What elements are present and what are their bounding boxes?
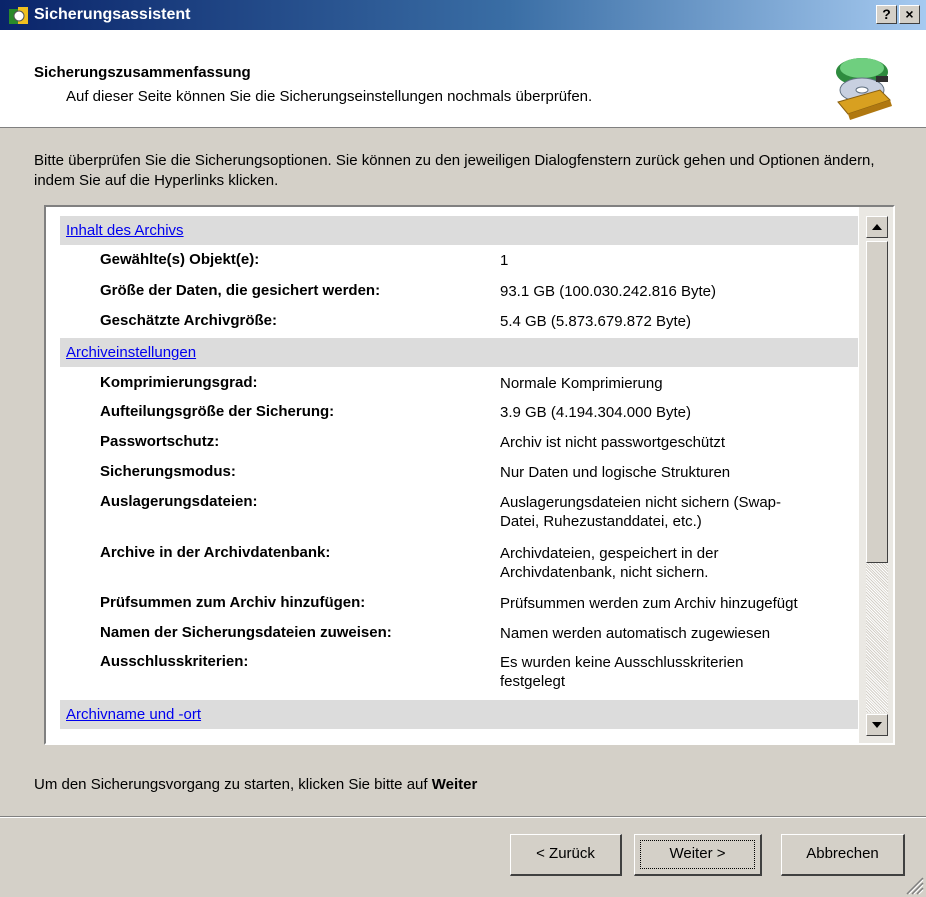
back-button[interactable]: < Zurück [510,834,622,876]
list-item: Geschätzte Archivgröße: 5.4 GB (5.873.67… [60,306,858,338]
list-item: Gewählte(s) Objekt(e): 1 [60,245,858,276]
row-value: Es wurden keine Ausschlusskriterien fest… [500,654,744,690]
row-value: 5.4 GB (5.873.679.872 Byte) [500,313,691,330]
intro-text: Bitte überprüfen Sie die Sicherungsoptio… [34,152,875,189]
row-label: Archive in der Archivdatenbank: [100,544,331,561]
archive-settings-link[interactable]: Archiveinstellungen [66,344,196,361]
row-value: Archivdateien, gespeichert in der Archiv… [500,545,719,581]
list-item: Größe der Daten, die gesichert werden: 9… [60,276,858,306]
row-value: Nur Daten und logische Strukturen [500,464,731,481]
window-title: Sicherungsassistent [34,6,191,23]
row-label: Prüfsummen zum Archiv hinzufügen: [100,594,366,611]
arrow-up-icon [872,224,882,230]
row-value: Prüfsummen werden zum Archiv hinzugefügt [500,595,798,612]
arrow-down-icon [872,722,882,728]
wizard-header: Sicherungszusammenfassung Auf dieser Sei… [0,30,926,128]
section-header-archive-name: Archivname und -ort [60,700,858,729]
footer-text: Um den Sicherungsvorgang zu starten, kli… [34,776,428,793]
backup-disc-icon [836,58,892,120]
vertical-scrollbar[interactable] [859,207,893,743]
list-item: Namen der Sicherungsdateien zuweisen: Na… [60,613,858,643]
row-value: Normale Komprimierung [500,375,663,392]
row-label: Auslagerungsdateien: [100,493,258,510]
next-button[interactable]: Weiter > [634,834,762,876]
scroll-up-button[interactable] [866,216,888,238]
help-button[interactable]: ? [876,5,897,24]
row-value: Namen werden automatisch zugewiesen [500,625,771,642]
title-bar[interactable]: Sicherungsassistent ? × [0,0,926,30]
resize-grip-icon[interactable] [902,873,924,895]
backup-wizard-window: Sicherungsassistent ? × Sicherungszusamm… [0,0,926,897]
list-item: Passwortschutz: Archiv ist nicht passwor… [60,427,858,457]
list-item: Komprimierungsgrad: Normale Komprimierun… [60,367,858,397]
row-value: 93.1 GB (100.030.242.816 Byte) [500,283,716,300]
list-item: Prüfsummen zum Archiv hinzufügen: Prüfsu… [60,583,858,613]
summary-list: Inhalt des Archivs Gewählte(s) Objekt(e)… [60,216,858,729]
list-item: Archive in der Archivdatenbank: Archivda… [60,535,858,583]
row-value: Archiv ist nicht passwortgeschützt [500,434,726,451]
list-item: Aufteilungsgröße der Sicherung: 3.9 GB (… [60,397,858,427]
row-value: 3.9 GB (4.194.304.000 Byte) [500,404,691,421]
row-value: Auslagerungsdateien nicht sichern (Swap-… [500,494,781,530]
row-value: 1 [500,252,509,269]
page-title: Sicherungszusammenfassung [34,64,251,81]
scroll-down-button[interactable] [866,714,888,736]
footer-instruction: Um den Sicherungsvorgang zu starten, kli… [34,776,477,793]
footer-emphasis: Weiter [431,776,478,793]
scroll-track[interactable] [866,563,888,713]
row-label: Gewählte(s) Objekt(e): [100,251,260,268]
row-label: Aufteilungsgröße der Sicherung: [100,403,335,420]
list-item: Ausschlusskriterien: Es wurden keine Aus… [60,643,858,700]
scroll-thumb[interactable] [866,241,888,563]
section-header-archive-settings: Archiveinstellungen [60,338,858,367]
summary-listbox[interactable]: Inhalt des Archivs Gewählte(s) Objekt(e)… [44,205,895,745]
section-header-archive-content: Inhalt des Archivs [60,216,858,245]
row-label: Namen der Sicherungsdateien zuweisen: [100,624,392,641]
row-label: Geschätzte Archivgröße: [100,312,277,329]
list-item: Sicherungsmodus: Nur Daten und logische … [60,457,858,487]
footer-divider-highlight [0,817,926,818]
list-item: Auslagerungsdateien: Auslagerungsdateien… [60,487,858,535]
focus-rect [640,840,755,869]
row-label: Ausschlusskriterien: [100,653,249,670]
row-label: Größe der Daten, die gesichert werden: [100,282,381,299]
page-subtitle: Auf dieser Seite können Sie die Sicherun… [66,88,593,105]
row-label: Sicherungsmodus: [100,463,236,480]
close-button[interactable]: × [899,5,920,24]
cancel-button[interactable]: Abbrechen [781,834,905,876]
row-label: Komprimierungsgrad: [100,374,258,391]
archive-content-link[interactable]: Inhalt des Archivs [66,222,184,239]
backup-app-icon [9,7,28,24]
archive-name-link[interactable]: Archivname und -ort [66,706,201,723]
row-label: Passwortschutz: [100,433,220,450]
